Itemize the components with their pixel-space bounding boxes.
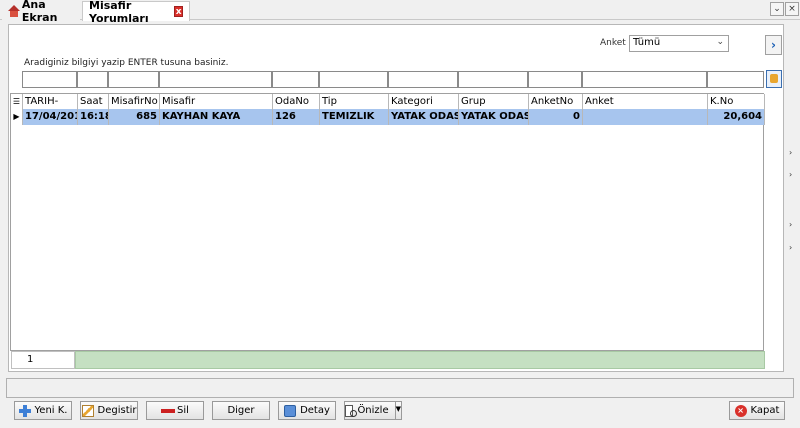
cell-misafirno[interactable]: 685 [109,109,160,125]
chevron-down-icon: ⌄ [716,37,724,47]
filter-anketno[interactable] [528,71,582,88]
filter-kategori[interactable] [388,71,458,88]
side-arrow-icon[interactable]: › [789,220,797,229]
degistir-label: Degistir [97,405,137,416]
col-tip[interactable]: Tip [320,94,389,110]
side-arrow-icon[interactable]: › [789,170,797,179]
search-hint: Aradiginiz bilgiyi yazip ENTER tusuna ba… [24,58,229,68]
anket-label: Anket [600,38,626,48]
chevron-down-icon[interactable]: ⌄ [770,2,784,16]
tab-misafir-yorumlari-label: Misafir Yorumları [89,0,149,25]
filter-tarih[interactable] [22,71,77,88]
tab-bar: Ana Ekran Misafir Yorumları x ⌄ × [0,0,800,25]
detay-label: Detay [300,405,330,416]
sil-label: Sil [177,405,189,416]
cell-misafir[interactable]: KAYHAN KAYA [160,109,273,125]
filter-saat[interactable] [77,71,108,88]
next-button[interactable]: › [765,35,782,55]
plus-icon [18,404,31,417]
filter-misafirno[interactable] [108,71,159,88]
folder-icon [284,404,297,417]
filter-icon [770,74,778,83]
cell-saat[interactable]: 16:18: [78,109,109,125]
onizle-button[interactable]: Önizle ▼ [344,401,402,420]
diger-label: Diger [227,405,255,416]
col-grup[interactable]: Grup [459,94,529,110]
tab-ana-ekran-label: Ana Ekran [21,0,58,24]
diger-button[interactable]: Diger [212,401,270,420]
col-misafirno[interactable]: MisafirNo [109,94,160,110]
filter-anket[interactable] [582,71,707,88]
col-misafir[interactable]: Misafir [160,94,273,110]
side-arrow-icon[interactable]: › [789,243,797,252]
filter-misafir[interactable] [159,71,272,88]
kapat-button[interactable]: × Kapat [729,401,785,420]
col-kategori[interactable]: Kategori [389,94,459,110]
kapat-label: Kapat [750,405,780,416]
window-close-icon[interactable]: × [785,2,799,16]
footer-bar [75,351,765,369]
anket-select-value: Tümü [633,37,661,48]
filter-odano[interactable] [272,71,319,88]
record-count: 1 [11,351,75,369]
home-icon [8,4,20,17]
col-tarih[interactable]: TARIH- [23,94,78,110]
cell-odano[interactable]: 126 [273,109,320,125]
tab-ana-ekran[interactable]: Ana Ekran [2,0,80,24]
degistir-button[interactable]: Degistir [80,401,138,420]
cell-anket[interactable] [583,109,708,125]
sil-button[interactable]: Sil [146,401,204,420]
grid-footer: 1 [11,351,765,369]
cell-tip[interactable]: TEMIZLIK [320,109,389,125]
tab-misafir-yorumlari[interactable]: Misafir Yorumları x [82,0,190,25]
side-arrow-icon[interactable]: › [789,148,797,157]
col-anketno[interactable]: AnketNo [529,94,583,110]
filter-tip[interactable] [319,71,388,88]
col-odano[interactable]: OdaNo [273,94,320,110]
col-kno[interactable]: K.No [708,94,765,110]
yeni-label: Yeni K. [34,405,68,416]
filter-kno[interactable] [707,71,764,88]
col-anket[interactable]: Anket [583,94,708,110]
data-grid[interactable]: ☰ TARIH- Saat MisafirNo Misafir OdaNo Ti… [10,93,765,369]
column-chooser-icon[interactable]: ☰ [11,94,23,110]
minus-icon [161,405,176,417]
filter-grup[interactable] [458,71,528,88]
close-icon[interactable]: x [174,6,183,17]
edit-icon [81,404,94,417]
cell-tarih[interactable]: 17/04/2015 [23,109,78,125]
yeni-button[interactable]: Yeni K. [14,401,72,420]
chevron-down-icon[interactable]: ▼ [394,401,401,420]
detay-button[interactable]: Detay [278,401,336,420]
cell-grup[interactable]: YATAK ODASI [459,109,529,125]
cell-kno[interactable]: 20,604 [708,109,765,125]
grid-header: ☰ TARIH- Saat MisafirNo Misafir OdaNo Ti… [11,94,765,110]
close-icon: × [734,404,747,417]
onizle-label: Önizle [357,405,389,416]
cell-anketno[interactable]: 0 [529,109,583,125]
row-indicator-icon: ▶ [11,109,23,125]
anket-select[interactable]: Tümü ⌄ [629,35,729,52]
status-bar [6,378,794,398]
table-row[interactable]: ▶ 17/04/2015 16:18: 685 KAYHAN KAYA 126 … [11,109,765,125]
filter-row [22,71,764,88]
cell-kategori[interactable]: YATAK ODASI [389,109,459,125]
chevron-right-icon: › [771,38,776,52]
preview-icon [345,404,358,417]
filter-button[interactable] [766,70,782,88]
col-saat[interactable]: Saat [78,94,109,110]
